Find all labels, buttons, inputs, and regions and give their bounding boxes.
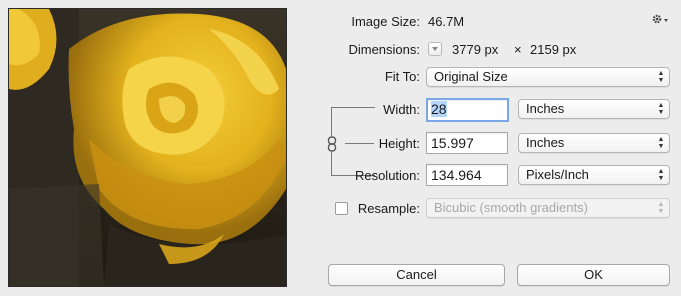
height-unit-value: Inches [526, 135, 565, 150]
resample-method-value: Bicubic (smooth gradients) [434, 200, 588, 215]
select-arrows-icon: ▲ ▼ [657, 168, 665, 182]
dimensions-label: Dimensions: [348, 42, 420, 57]
image-size-label: Image Size: [351, 14, 420, 29]
select-arrows-icon: ▲ ▼ [657, 201, 665, 215]
resolution-unit-select[interactable]: Pixels/Inch ▲ ▼ [518, 165, 670, 185]
resample-method-select[interactable]: Bicubic (smooth gradients) ▲ ▼ [426, 198, 670, 218]
resolution-label: Resolution: [354, 168, 420, 183]
image-preview[interactable] [8, 8, 287, 287]
dimensions-times: × [514, 42, 522, 57]
width-label: Width: [383, 102, 420, 117]
resample-label: Resample: [357, 201, 420, 216]
image-size-value: 46.7M [428, 14, 465, 29]
dimensions-height: 2159 px [530, 42, 577, 57]
width-unit-value: Inches [526, 101, 565, 116]
select-arrows-icon: ▲ ▼ [657, 102, 665, 116]
resample-checkbox[interactable] [335, 202, 348, 215]
select-arrows-icon: ▲ ▼ [657, 70, 665, 84]
height-value: 15.997 [431, 135, 474, 151]
width-input[interactable]: 28 [426, 98, 509, 122]
resolution-unit-value: Pixels/Inch [526, 167, 589, 182]
constrain-bracket-top [331, 107, 375, 137]
dropdown-arrow-icon [432, 47, 438, 51]
height-unit-select[interactable]: Inches ▲ ▼ [518, 133, 670, 153]
select-arrows-icon: ▲ ▼ [657, 136, 665, 150]
dimensions-width: 3779 px [452, 42, 499, 57]
width-value: 28 [431, 101, 447, 117]
cancel-button[interactable]: Cancel [328, 264, 505, 286]
resolution-value: 134.964 [431, 167, 482, 183]
fit-to-value: Original Size [434, 69, 508, 84]
fit-to-label: Fit To: [384, 69, 420, 84]
height-label: Height: [378, 136, 420, 151]
settings-menu[interactable] [651, 12, 671, 28]
height-input[interactable]: 15.997 [426, 132, 508, 154]
chain-link-icon [327, 136, 337, 152]
rose-photo [9, 9, 286, 286]
constrain-connector [345, 143, 374, 144]
gear-icon [652, 14, 668, 24]
fit-to-select[interactable]: Original Size ▲ ▼ [426, 67, 670, 87]
ok-button[interactable]: OK [517, 264, 670, 286]
resolution-input[interactable]: 134.964 [426, 164, 508, 186]
dimensions-menu-button[interactable] [428, 42, 442, 56]
constrain-proportions-toggle[interactable] [326, 136, 338, 152]
width-unit-select[interactable]: Inches ▲ ▼ [518, 99, 670, 119]
